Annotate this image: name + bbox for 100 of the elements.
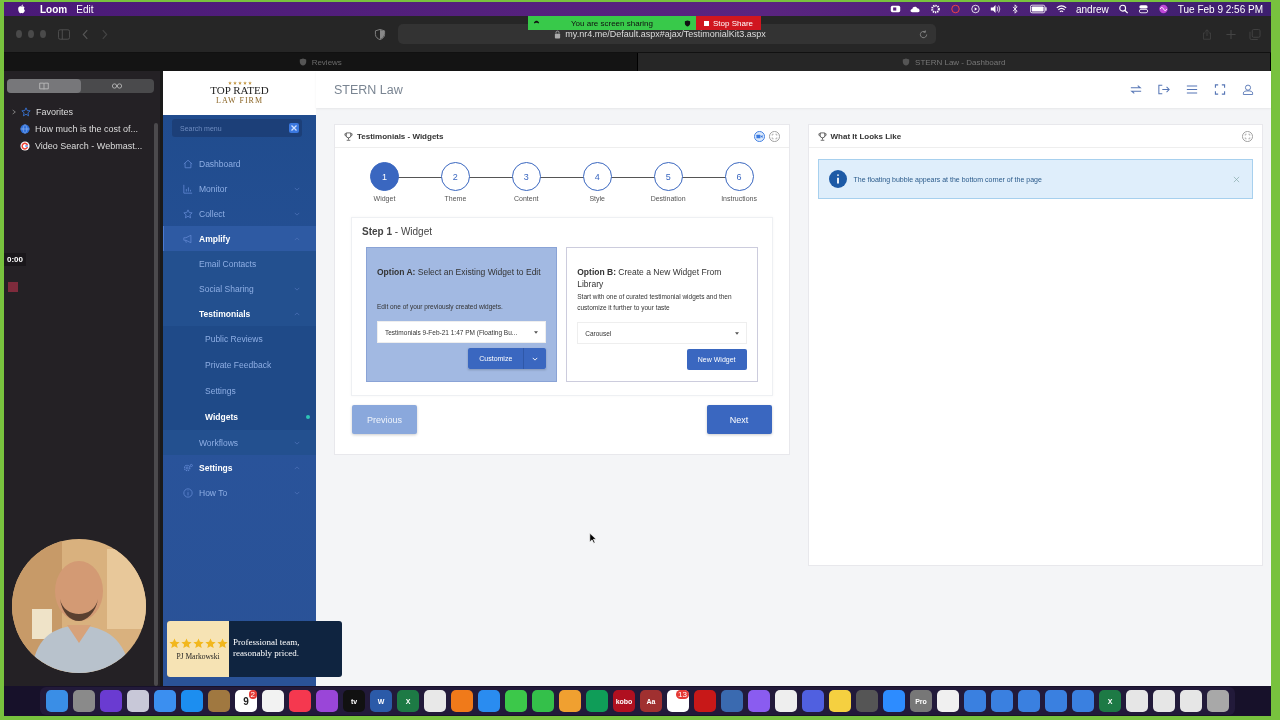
review-text: Professional team, reasonably priced. (232, 636, 301, 660)
bookmark-item[interactable]: Video Search - Webmast... (4, 137, 160, 154)
star-icon (183, 208, 193, 219)
lock-icon (554, 29, 562, 39)
chevron-down-icon (294, 211, 300, 216)
option-title: Option A: Select an Existing Widget to Edit (377, 266, 542, 279)
step-title: Step 1 - Widget (362, 226, 434, 237)
card-title: What It Looks Like (830, 131, 902, 141)
shield-icon (684, 19, 691, 27)
caret-icon (734, 331, 739, 335)
volume-icon[interactable] (989, 4, 1001, 14)
cloud-icon[interactable] (909, 4, 921, 14)
battery-icon[interactable] (1029, 4, 1047, 14)
menu-item[interactable]: Testimonials (163, 301, 316, 326)
next-button[interactable]: Next (706, 405, 772, 434)
app-icon[interactable] (424, 690, 446, 712)
glasses-icon (112, 82, 123, 90)
menu-item[interactable]: Private Feedback (163, 352, 316, 378)
menu-item[interactable]: Social Sharing (163, 276, 316, 301)
clock[interactable]: Tue Feb 9 2:56 PM (1177, 3, 1263, 15)
bookmark-item[interactable]: How much is the cost of... (4, 120, 160, 137)
logout-icon[interactable] (1158, 84, 1170, 95)
menu-item[interactable]: Widgets (163, 404, 316, 430)
google-icon (20, 140, 30, 151)
chevron-down-icon (294, 186, 300, 191)
stop-share-button[interactable]: Stop Share (696, 16, 762, 30)
step-circle[interactable]: 3 (511, 162, 541, 191)
menu-item[interactable]: Email Contacts (163, 251, 316, 276)
menu-item[interactable]: Settings (163, 378, 316, 404)
menu-item[interactable]: Dashboard (163, 151, 316, 176)
active-dot (306, 415, 310, 419)
app-icon[interactable] (559, 690, 581, 712)
caret-icon (534, 330, 539, 334)
app-icon[interactable] (775, 690, 797, 712)
expand-icon[interactable] (768, 130, 780, 142)
info-icon (828, 170, 847, 188)
step-circle[interactable]: 2 (440, 162, 470, 191)
shield-icon (298, 58, 307, 66)
search-icon[interactable] (1117, 4, 1129, 14)
favorites-folder[interactable]: Favorites (4, 103, 160, 120)
video-icon[interactable] (753, 130, 765, 142)
browser-tab[interactable]: Reviews (4, 53, 638, 71)
chevron-up-icon (294, 311, 300, 316)
app-icon[interactable] (829, 690, 851, 712)
menu-item[interactable]: Amplify (163, 226, 316, 251)
play-icon[interactable] (969, 4, 981, 14)
user-name[interactable]: andrew (1075, 3, 1109, 15)
app-icon[interactable] (1207, 690, 1229, 712)
menu-title[interactable]: Edit (76, 3, 94, 15)
book-icon (38, 82, 49, 90)
recording-timer: 0:00 (4, 253, 26, 266)
menu-item[interactable]: How To (163, 480, 316, 505)
home-icon (183, 158, 193, 169)
shield-icon[interactable] (373, 28, 386, 40)
step-circle[interactable]: 1 (369, 162, 399, 191)
chevron-down-icon (294, 440, 300, 445)
swap-icon[interactable] (1130, 84, 1142, 95)
browser-tab[interactable]: STERN Law - Dashboard (637, 53, 1271, 71)
gear-icon[interactable] (929, 4, 941, 14)
logo: TOP RATED LAW FIRM (163, 71, 316, 115)
menu-icon[interactable] (1186, 84, 1198, 95)
globe-icon (20, 123, 30, 134)
toggles-icon[interactable] (1137, 4, 1149, 14)
step-circle[interactable]: 5 (653, 162, 683, 191)
page-title: STERN Law (334, 82, 403, 97)
record-icon[interactable] (949, 4, 961, 14)
notification-badge: 2 (248, 690, 257, 699)
dropdown-button[interactable] (524, 348, 547, 369)
user-icon[interactable] (1242, 84, 1254, 95)
app-icon[interactable] (1126, 690, 1148, 712)
camera-icon[interactable] (889, 4, 901, 14)
info-icon (183, 487, 193, 498)
app-icon[interactable] (505, 690, 527, 712)
app-icon[interactable] (937, 690, 959, 712)
expand-icon[interactable] (1242, 130, 1253, 142)
menu-item[interactable]: Monitor (163, 176, 316, 201)
app-icon[interactable] (127, 690, 149, 712)
page-icon (902, 58, 911, 66)
app-icon[interactable]: 13 (667, 690, 689, 712)
menu-item[interactable]: Public Reviews (163, 326, 316, 352)
app-icon[interactable] (451, 690, 473, 712)
app-icon[interactable] (1153, 690, 1175, 712)
menu-item[interactable]: Workflows (163, 430, 316, 455)
app-icon[interactable] (532, 690, 554, 712)
sharing-status: You are screen sharing (528, 16, 696, 30)
step-circle[interactable]: 6 (724, 162, 754, 191)
chevron-up-icon (294, 465, 300, 470)
step-circle[interactable]: 4 (582, 162, 612, 191)
app-icon[interactable] (1180, 690, 1202, 712)
reload-icon[interactable] (918, 29, 928, 39)
wifi-icon[interactable] (1055, 4, 1067, 14)
app-icon[interactable] (262, 690, 284, 712)
notification-badge: 13 (676, 690, 689, 699)
menu-item[interactable]: Settings (163, 455, 316, 480)
megaphone-icon (183, 233, 193, 244)
chevron-down-icon (532, 356, 539, 361)
app-menu[interactable]: Loom (40, 3, 68, 15)
fullscreen-icon[interactable] (1214, 84, 1226, 95)
apple-logo-icon[interactable] (16, 4, 27, 14)
menu-item[interactable]: Collect (163, 201, 316, 226)
